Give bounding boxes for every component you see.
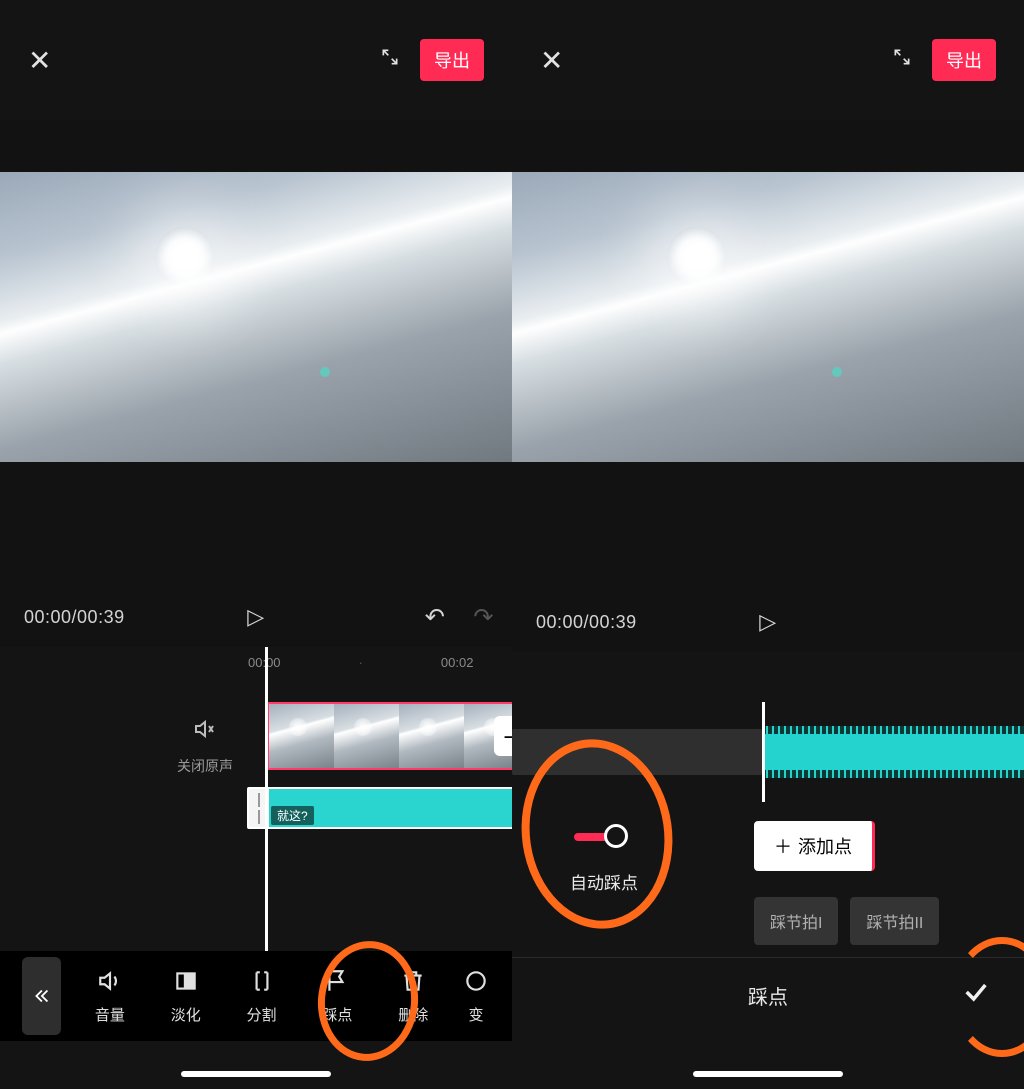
auto-beat-toggle[interactable]: 自动踩点 xyxy=(544,821,664,894)
play-icon[interactable]: ▷ xyxy=(247,604,264,630)
expand-icon[interactable] xyxy=(892,47,912,73)
beat-panel: 自动踩点 ＋ 添加点 踩节拍I 踩节拍II xyxy=(512,821,1024,945)
playback-bar: 00:00/00:39 ▷ ↶ ↷ xyxy=(0,587,512,647)
home-indicator[interactable] xyxy=(181,1071,331,1077)
playback-bar: 00:00/00:39 ▷ xyxy=(512,592,1024,652)
trash-icon xyxy=(386,968,440,998)
redo-icon: ↷ xyxy=(473,603,494,632)
timeline[interactable]: 00:00 · 00:02 · 关闭原声 ＋ 就这? xyxy=(0,647,512,1089)
flag-icon xyxy=(310,968,364,998)
speaker-off-icon xyxy=(193,720,217,747)
circle-icon xyxy=(462,968,490,998)
split-icon xyxy=(235,968,289,998)
fade-icon xyxy=(159,968,213,998)
close-icon[interactable]: ✕ xyxy=(28,44,51,77)
panel-footer: 踩点 xyxy=(512,957,1024,1033)
plus-icon: ＋ xyxy=(774,833,792,859)
close-icon[interactable]: ✕ xyxy=(540,44,563,77)
home-indicator[interactable] xyxy=(693,1071,843,1077)
expand-icon[interactable] xyxy=(380,47,400,73)
add-point-button[interactable]: ＋ 添加点 xyxy=(754,821,875,871)
time-ruler: 00:00 · 00:02 · xyxy=(0,647,512,677)
mute-original-audio[interactable]: 关闭原声 xyxy=(160,717,250,776)
play-icon[interactable]: ▷ xyxy=(759,609,776,635)
tool-volume[interactable]: 音量 xyxy=(83,968,137,1025)
collapse-toolbar-button[interactable] xyxy=(22,957,61,1035)
beat-timeline: 自动踩点 ＋ 添加点 踩节拍I 踩节拍II 踩点 xyxy=(512,652,1024,1089)
video-preview[interactable] xyxy=(512,172,1024,462)
left-screenshot: ✕ 导出 00:00/00:39 ▷ ↶ ↷ 00:00 · 00:02 · xyxy=(0,0,512,1089)
header: ✕ 导出 xyxy=(0,0,512,120)
add-clip-button[interactable]: ＋ xyxy=(494,716,512,756)
undo-icon[interactable]: ↶ xyxy=(425,603,446,632)
video-thumbnail xyxy=(269,704,334,768)
audio-waveform: 就这? xyxy=(269,789,512,827)
panel-title: 踩点 xyxy=(748,981,788,1010)
right-screenshot: ✕ 导出 00:00/00:39 ▷ 自动踩点 xyxy=(512,0,1024,1089)
playhead[interactable] xyxy=(265,647,268,967)
video-thumbnail xyxy=(334,704,399,768)
audio-waveform xyxy=(762,726,1024,778)
playhead[interactable] xyxy=(762,702,765,802)
export-button[interactable]: 导出 xyxy=(420,39,484,81)
tool-split[interactable]: 分割 xyxy=(235,968,289,1025)
video-thumbnail xyxy=(399,704,464,768)
video-track[interactable]: ＋ xyxy=(267,702,512,770)
time-display: 00:00/00:39 xyxy=(24,607,125,628)
bottom-toolbar: 音量 淡化 分割 踩点 删除 变 xyxy=(0,951,512,1041)
audio-track[interactable]: 就这? xyxy=(247,787,512,829)
tool-beat[interactable]: 踩点 xyxy=(310,968,364,1025)
header: ✕ 导出 xyxy=(512,0,1024,120)
confirm-check-icon[interactable] xyxy=(962,978,990,1013)
speaker-icon xyxy=(83,968,137,998)
beat-pattern-2[interactable]: 踩节拍II xyxy=(850,897,939,945)
tool-fade[interactable]: 淡化 xyxy=(159,968,213,1025)
tool-variable[interactable]: 变 xyxy=(462,968,490,1025)
audio-track-row[interactable] xyxy=(512,717,1024,787)
beat-pattern-1[interactable]: 踩节拍I xyxy=(754,897,838,945)
export-button[interactable]: 导出 xyxy=(932,39,996,81)
time-display: 00:00/00:39 xyxy=(536,612,637,633)
toggle-switch[interactable] xyxy=(574,821,634,851)
empty-region xyxy=(512,729,762,775)
video-preview[interactable] xyxy=(0,172,512,462)
tool-delete[interactable]: 删除 xyxy=(386,968,440,1025)
